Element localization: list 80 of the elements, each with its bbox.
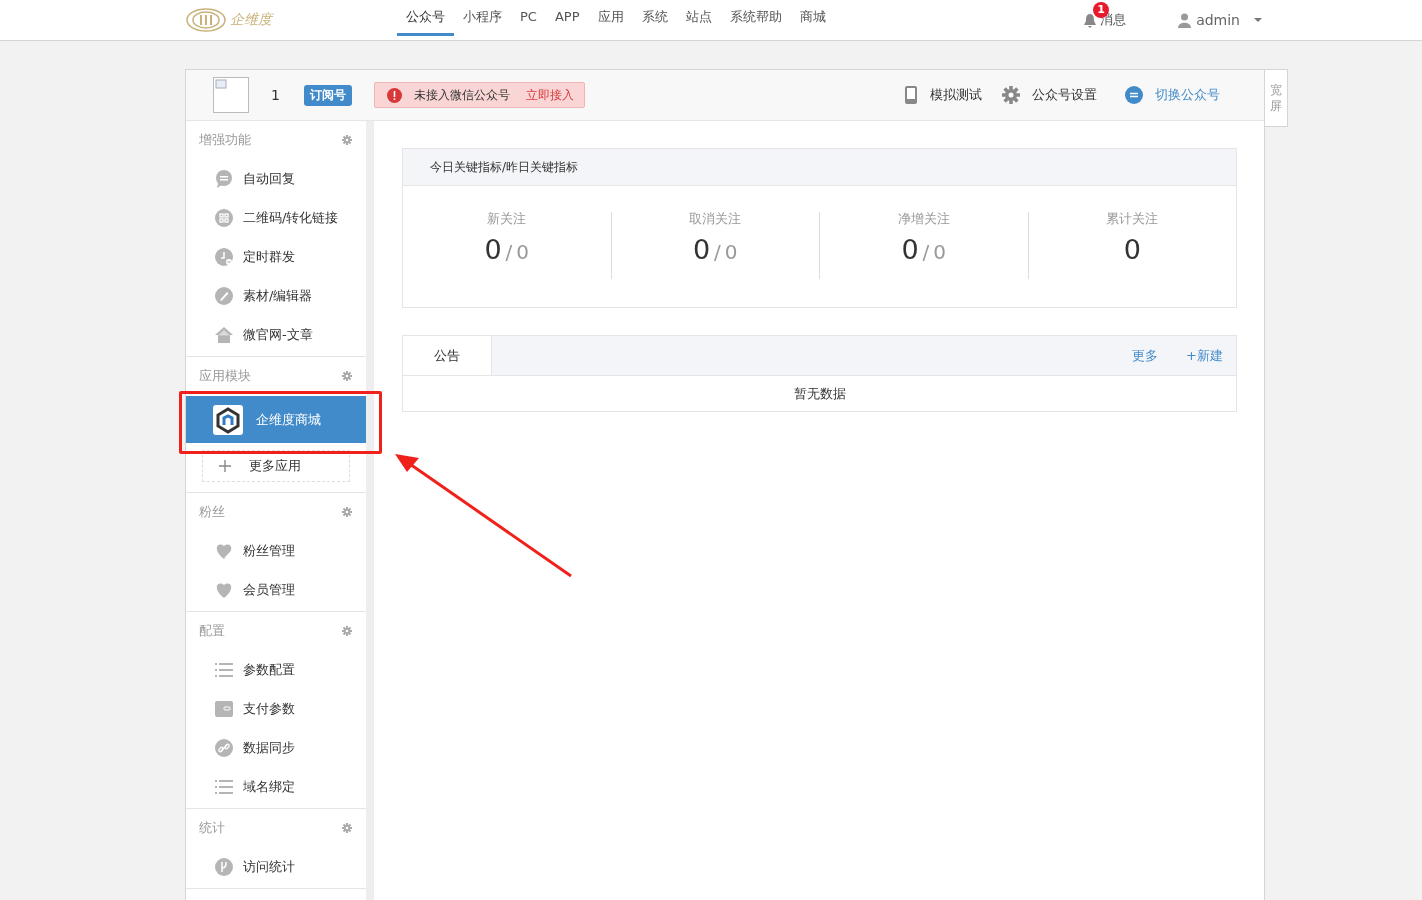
settings-icon <box>1002 86 1020 104</box>
sidebar-item[interactable]: 会员管理 <box>186 570 366 609</box>
branch-icon <box>215 857 233 876</box>
stat-previous-value: 0 <box>516 240 530 264</box>
list-icon <box>215 660 233 679</box>
stat-label: 累计关注 <box>1105 210 1160 228</box>
stat-value: 0 <box>484 234 502 265</box>
phone-icon <box>904 86 918 104</box>
app-logo-icon <box>213 404 243 435</box>
section-title: 配置 <box>199 622 225 640</box>
section-title: 统计 <box>199 819 225 837</box>
user-menu[interactable]: admin <box>1178 12 1262 28</box>
sidebar-item[interactable]: 粉丝管理 <box>186 531 366 570</box>
settings-icon <box>342 371 352 381</box>
stat-value: 0 <box>901 234 919 265</box>
clock-icon <box>215 247 233 266</box>
toolbar-link[interactable]: 公众号设置 <box>1002 86 1097 104</box>
sidebar-item[interactable]: 支付参数 <box>186 689 366 728</box>
stat-label: 净增关注 <box>896 210 951 228</box>
notice-tab[interactable]: 公告 <box>403 336 492 375</box>
list-icon <box>215 777 233 796</box>
nav-tab[interactable]: 系统 <box>632 0 677 36</box>
alert-text: 未接入微信公众号 <box>413 86 510 104</box>
grid-circle-icon <box>215 208 233 227</box>
stat-previous-value: 0 <box>933 240 947 264</box>
more-apps-button[interactable]: 更多应用 <box>202 450 350 482</box>
plus-icon <box>219 460 231 472</box>
nav-tab[interactable]: APP <box>545 0 589 36</box>
slash-separator: / <box>714 240 721 264</box>
bell-icon <box>1083 12 1098 28</box>
sidebar-item[interactable]: 微官网-文章 <box>186 315 366 354</box>
sidebar-item[interactable]: 定时群发 <box>186 237 366 276</box>
section-title: 应用模块 <box>199 367 251 385</box>
panel-link[interactable]: +新建 <box>1186 346 1223 365</box>
toolbar-link[interactable]: 切换公众号 <box>1125 86 1220 104</box>
settings-icon <box>342 135 352 145</box>
user-icon <box>1178 12 1192 28</box>
empty-message: 暂无数据 <box>792 385 847 403</box>
house-icon <box>215 325 233 344</box>
settings-icon <box>342 507 352 517</box>
wallet-icon <box>215 699 233 718</box>
account-type-badge: 订阅号 <box>303 84 352 106</box>
switch-icon <box>1125 86 1143 104</box>
logo-emblem-icon <box>186 8 226 32</box>
warning-icon <box>386 87 402 103</box>
nav-tab[interactable]: 公众号 <box>397 0 454 36</box>
nav-tab[interactable]: 系统帮助 <box>720 0 791 36</box>
account-name: 1 <box>271 87 280 103</box>
toolbar-link[interactable]: 模拟测试 <box>904 86 982 104</box>
slash-separator: / <box>505 240 513 264</box>
nav-tab[interactable]: PC <box>511 0 546 36</box>
section-title: 粉丝 <box>199 503 225 521</box>
pencil-icon <box>215 286 233 305</box>
stat-previous-value: 0 <box>724 240 738 264</box>
sidebar-item[interactable]: 二维码/转化链接 <box>186 198 366 237</box>
chat-bubble-icon <box>215 169 233 188</box>
sidebar-item[interactable]: 域名绑定 <box>186 767 366 806</box>
stat-value: 0 <box>1123 234 1141 265</box>
section-title: 增强功能 <box>199 131 251 149</box>
nav-tab[interactable]: 应用 <box>588 0 633 36</box>
caret-icon <box>1254 18 1262 22</box>
sidebar-item[interactable]: 企维度商城 <box>186 396 366 443</box>
nav-tab[interactable]: 小程序 <box>454 0 511 36</box>
sidebar-item[interactable]: 参数配置 <box>186 650 366 689</box>
sidebar-item[interactable]: 素材/编辑器 <box>186 276 366 315</box>
sidebar-item[interactable]: 数据同步 <box>186 728 366 767</box>
nav-tab[interactable]: 商城 <box>790 0 835 36</box>
sidebar-item[interactable]: 自动回复 <box>186 159 366 198</box>
nav-tab[interactable]: 站点 <box>676 0 721 36</box>
stat-label: 新关注 <box>486 210 528 228</box>
stat-label: 取消关注 <box>688 210 743 228</box>
link-icon <box>215 738 233 757</box>
settings-icon <box>342 823 352 833</box>
stat-value: 0 <box>692 234 711 265</box>
slash-separator: / <box>922 240 930 264</box>
broken-image-icon <box>213 77 249 113</box>
sidebar-item[interactable]: 访问统计 <box>186 847 366 886</box>
connect-link[interactable]: 立即接入 <box>525 86 574 104</box>
panel-title: 今日关键指标/昨日关键指标 <box>403 149 1236 186</box>
settings-icon <box>342 626 352 636</box>
